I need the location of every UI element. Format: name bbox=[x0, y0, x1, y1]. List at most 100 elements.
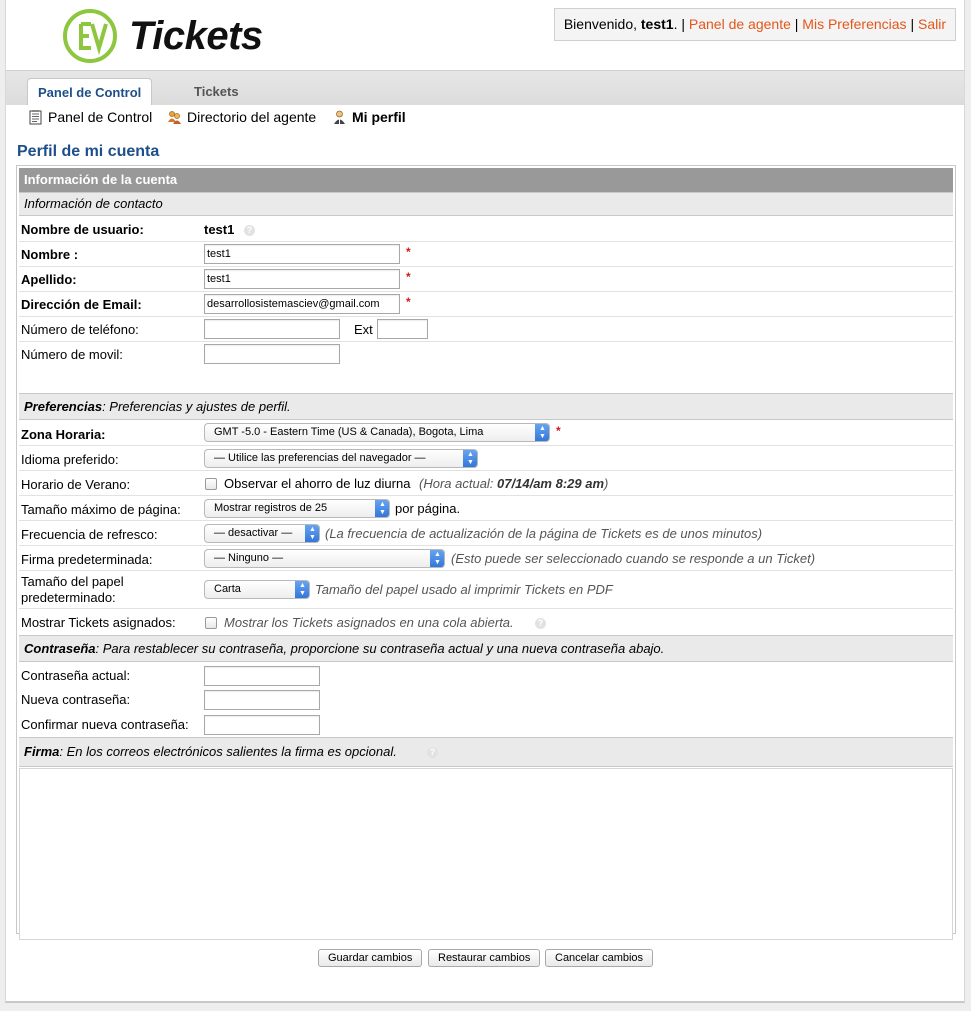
pagesize-label: Tamaño máximo de página: bbox=[21, 502, 181, 517]
new-password-label: Nueva contraseña: bbox=[21, 692, 131, 707]
subnav-label: Panel de Control bbox=[48, 109, 153, 125]
help-icon[interactable]: ? bbox=[244, 225, 255, 236]
dst-hint-suffix: ) bbox=[604, 476, 609, 491]
confirm-password-input[interactable] bbox=[204, 715, 320, 735]
timezone-label: Zona Horaria: bbox=[21, 427, 106, 442]
row-confirm-password: Confirmar nueva contraseña: bbox=[19, 709, 953, 735]
separator: | bbox=[794, 16, 799, 32]
tab-tickets[interactable]: Tickets bbox=[184, 78, 249, 105]
refresh-select[interactable]: — desactivar — ▲ ▼ bbox=[204, 524, 320, 543]
row-current-password: Contraseña actual: bbox=[19, 663, 953, 686]
email-input[interactable] bbox=[204, 294, 400, 314]
ev-logo-icon bbox=[63, 9, 117, 63]
current-password-input[interactable] bbox=[204, 666, 320, 686]
my-preferences-link[interactable]: Mis Preferencias bbox=[802, 16, 906, 32]
firstname-input[interactable] bbox=[204, 244, 400, 264]
row-new-password: Nueva contraseña: bbox=[19, 686, 953, 710]
sub-navigation: Panel de Control Directorio del agente M… bbox=[6, 105, 964, 131]
row-refresh: Frecuencia de refresco: — desactivar — ▲… bbox=[19, 521, 953, 546]
row-firstname: Nombre : * bbox=[19, 242, 953, 267]
new-password-input[interactable] bbox=[204, 690, 320, 710]
section-contact-header: Información de contacto bbox=[19, 192, 953, 216]
pagesize-select[interactable]: Mostrar registros de 25 ▲ ▼ bbox=[204, 499, 390, 518]
section-preferences-header: Preferencias: Preferencias y ajustes de … bbox=[19, 393, 953, 420]
required-mark: * bbox=[556, 424, 561, 438]
password-header-bold: Contraseña bbox=[24, 641, 96, 656]
signature-textarea[interactable] bbox=[19, 768, 953, 940]
subnav-item-directorio[interactable]: Directorio del agente bbox=[167, 109, 316, 125]
people-icon bbox=[168, 110, 181, 124]
paper-size-select[interactable]: Carta ▲ ▼ bbox=[204, 580, 310, 599]
paper-selected-value: Carta bbox=[214, 583, 241, 595]
refresh-label: Frecuencia de refresco: bbox=[21, 527, 158, 542]
document-icon bbox=[29, 109, 42, 124]
row-default-signature: Firma predeterminada: — Ninguno — ▲ ▼ (Es… bbox=[19, 546, 953, 571]
required-mark: * bbox=[406, 245, 411, 259]
mobile-label: Número de movil: bbox=[21, 347, 123, 362]
signature-header-bold: Firma bbox=[24, 744, 60, 759]
separator: | bbox=[910, 16, 915, 32]
timezone-selected-value: GMT -5.0 - Eastern Time (US & Canada), B… bbox=[214, 426, 484, 438]
ext-input[interactable] bbox=[377, 319, 428, 339]
language-selected-value: — Utilice las preferencias del navegador… bbox=[214, 452, 426, 464]
select-arrows-icon: ▲ ▼ bbox=[430, 550, 444, 567]
subnav-label: Directorio del agente bbox=[187, 109, 317, 125]
firstname-label: Nombre : bbox=[21, 247, 79, 262]
pagesize-selected-value: Mostrar registros de 25 bbox=[214, 502, 328, 514]
row-mobile: Número de movil: bbox=[19, 342, 953, 367]
paper-label: Tamaño del papel predeterminado: bbox=[21, 574, 124, 606]
row-email: Dirección de Email: * bbox=[19, 292, 953, 317]
row-language: Idioma preferido: — Utilice las preferen… bbox=[19, 446, 953, 471]
section-signature-header: Firma: En los correos electrónicos salie… bbox=[19, 737, 953, 767]
dst-label: Horario de Verano: bbox=[21, 477, 131, 492]
timezone-select[interactable]: GMT -5.0 - Eastern Time (US & Canada), B… bbox=[204, 423, 550, 442]
subnav-item-panel-de-control[interactable]: Panel de Control bbox=[28, 109, 152, 125]
welcome-username: test1 bbox=[640, 16, 674, 32]
logout-link[interactable]: Salir bbox=[918, 16, 946, 32]
reset-button[interactable]: Restaurar cambios bbox=[428, 949, 541, 967]
user-info-bar: Bienvenido, test1. | Panel de agente | M… bbox=[553, 8, 956, 41]
assigned-checkbox[interactable] bbox=[205, 617, 217, 629]
phone-label: Número de teléfono: bbox=[21, 322, 139, 337]
paper-label-line2: predeterminado: bbox=[21, 590, 116, 605]
select-arrows-icon: ▲ ▼ bbox=[295, 581, 309, 598]
confirm-password-label: Confirmar nueva contraseña: bbox=[21, 717, 189, 732]
welcome-text: Bienvenido, bbox=[563, 16, 641, 32]
lastname-label: Apellido: bbox=[21, 272, 77, 287]
signature-select[interactable]: — Ninguno — ▲ ▼ bbox=[204, 549, 445, 568]
dst-hint: (Hora actual: 07/14/am 8:29 am) bbox=[419, 476, 608, 491]
cancel-button[interactable]: Cancelar cambios bbox=[545, 949, 654, 967]
lastname-input[interactable] bbox=[204, 269, 400, 289]
select-arrows-icon: ▲ ▼ bbox=[375, 500, 389, 517]
language-label: Idioma preferido: bbox=[21, 452, 119, 467]
password-header-text: : Para restablecer su contraseña, propor… bbox=[95, 641, 665, 656]
preferences-header-text: : Preferencias y ajustes de perfil. bbox=[102, 399, 291, 414]
help-icon[interactable]: ? bbox=[535, 618, 546, 629]
welcome-suffix: . bbox=[673, 16, 678, 32]
page-title: Perfil de mi cuenta bbox=[17, 143, 160, 160]
profile-form: Información de la cuenta Información de … bbox=[16, 165, 956, 940]
subnav-item-mi-perfil[interactable]: Mi perfil bbox=[332, 109, 406, 125]
agent-panel-link[interactable]: Panel de agente bbox=[689, 16, 791, 32]
dst-checkbox[interactable] bbox=[205, 478, 217, 490]
current-time: 07/14/am 8:29 am bbox=[497, 476, 605, 491]
save-button[interactable]: Guardar cambios bbox=[318, 949, 423, 967]
select-arrows-icon: ▲ ▼ bbox=[305, 525, 319, 542]
assigned-hint: Mostrar los Tickets asignados en una col… bbox=[224, 615, 514, 630]
row-paper-size: Tamaño del papel predeterminado: Carta ▲… bbox=[19, 571, 953, 609]
language-select[interactable]: — Utilice las preferencias del navegador… bbox=[204, 449, 478, 468]
paper-hint: Tamaño del papel usado al imprimir Ticke… bbox=[315, 582, 613, 597]
required-mark: * bbox=[406, 270, 411, 284]
refresh-selected-value: — desactivar — bbox=[214, 527, 293, 539]
tab-panel-de-control[interactable]: Panel de Control bbox=[27, 78, 153, 105]
mobile-input[interactable] bbox=[204, 344, 340, 364]
help-icon[interactable]: ? bbox=[427, 747, 438, 758]
signature-hint: (Esto puede ser seleccionado cuando se r… bbox=[451, 551, 816, 566]
username-label: Nombre de usuario: bbox=[21, 222, 144, 237]
phone-input[interactable] bbox=[204, 319, 340, 339]
header: Tickets Bienvenido, test1. | Panel de ag… bbox=[6, 0, 964, 70]
dst-hint-prefix: (Hora actual: bbox=[419, 476, 498, 491]
select-arrows-icon: ▲ ▼ bbox=[535, 424, 549, 441]
pagesize-suffix: por página. bbox=[395, 501, 461, 516]
logo[interactable]: Tickets bbox=[61, 6, 263, 66]
